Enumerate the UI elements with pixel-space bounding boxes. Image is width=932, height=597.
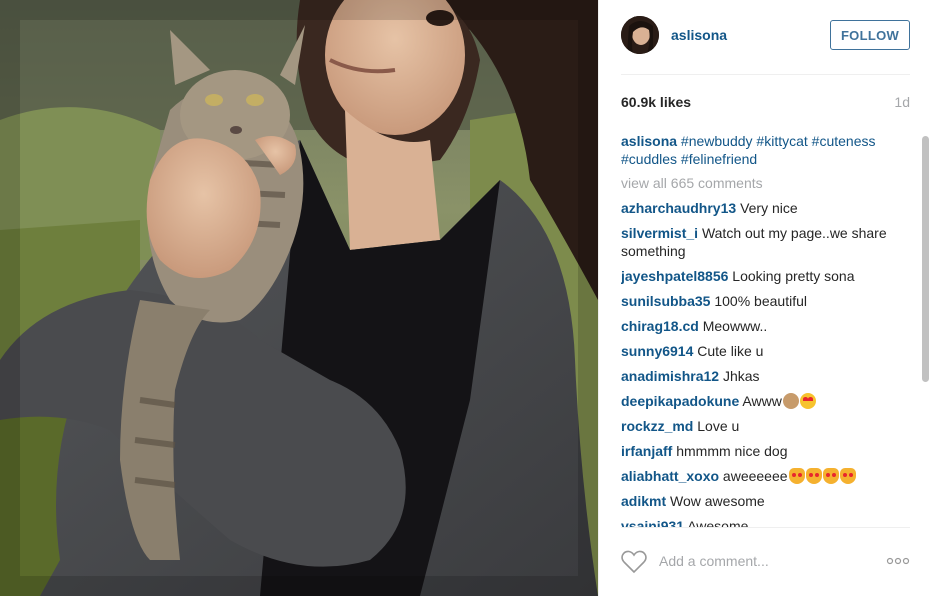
comment-text: Looking pretty sona (732, 268, 855, 284)
heart-eyes-cat-emoji (839, 468, 856, 484)
comment-row: anadimishra12 Jhkas (621, 367, 908, 385)
avatar[interactable] (621, 16, 659, 54)
photo-illustration (0, 0, 598, 596)
comment-row: silvermist_i Watch out my page..we share… (621, 224, 908, 260)
comment-text: Very nice (740, 200, 798, 216)
heart-eyes-cat-emoji (805, 468, 822, 484)
heart-eyes-cat-emoji (788, 468, 805, 484)
comment-text: Jhkas (722, 368, 760, 384)
comment-username[interactable]: chirag18.cd (621, 318, 699, 334)
comment-username[interactable]: anadimishra12 (621, 368, 719, 384)
comment-row: azharchaudhry13 Very nice (621, 199, 908, 217)
post-modal: aslisona FOLLOW 60.9k likes 1d aslisona … (0, 0, 932, 596)
comment-username[interactable]: azharchaudhry13 (621, 200, 736, 216)
view-all-comments-link[interactable]: view all 665 comments (621, 174, 908, 192)
more-options-icon[interactable] (886, 554, 910, 568)
post-header: aslisona FOLLOW (621, 0, 910, 75)
comment-text: Cute like u (697, 343, 764, 359)
heart-icon[interactable] (621, 550, 647, 574)
comment-row: adikmt Wow awesome (621, 492, 908, 510)
comment-text: Love u (697, 418, 740, 434)
comment-text: Awesome (687, 518, 749, 527)
post-photo[interactable] (0, 0, 598, 596)
comments-scrollbar-thumb[interactable] (922, 136, 929, 382)
comment-username[interactable]: sunny6914 (621, 343, 693, 359)
follow-button[interactable]: FOLLOW (830, 20, 910, 50)
raised-hands-emoji (782, 393, 799, 409)
comment-text: Awww (742, 393, 782, 409)
comment-row: sunny6914 Cute like u (621, 342, 908, 360)
caption-username[interactable]: aslisona (621, 133, 677, 149)
comment-text: Wow awesome (670, 493, 765, 509)
comment-row: sunilsubba35 100% beautiful (621, 292, 908, 310)
post-side-panel: aslisona FOLLOW 60.9k likes 1d aslisona … (598, 0, 932, 596)
comment-username[interactable]: silvermist_i (621, 225, 698, 241)
likes-count[interactable]: 60.9k likes (621, 94, 691, 110)
comment-username[interactable]: adikmt (621, 493, 666, 509)
comment-username[interactable]: vsaini931 (621, 518, 684, 527)
comment-text: aweeeeee (722, 468, 788, 484)
caption: aslisona #newbuddy #kittycat #cuteness #… (621, 132, 908, 168)
comment-text: 100% beautiful (714, 293, 807, 309)
heart-eyes-cat-emoji (822, 468, 839, 484)
comment-row: rockzz_md Love u (621, 417, 908, 435)
comment-row: irfanjaff hmmmm nice dog (621, 442, 908, 460)
comments-list[interactable]: aslisona #newbuddy #kittycat #cuteness #… (621, 132, 908, 527)
comment-text: hmmmm nice dog (676, 443, 788, 459)
comment-username[interactable]: irfanjaff (621, 443, 672, 459)
avatar-image (621, 16, 659, 54)
post-time[interactable]: 1d (894, 94, 910, 110)
stats-row: 60.9k likes 1d (621, 94, 910, 114)
comment-username[interactable]: jayeshpatel8856 (621, 268, 728, 284)
comment-row: aliabhatt_xoxo aweeeeee (621, 467, 908, 485)
comment-row: jayeshpatel8856 Looking pretty sona (621, 267, 908, 285)
header-username[interactable]: aslisona (671, 27, 727, 43)
comment-footer (621, 527, 910, 597)
comment-row: deepikapadokune Awww (621, 392, 908, 410)
comment-row: chirag18.cd Meowww.. (621, 317, 908, 335)
heart-eyes-emoji (799, 393, 816, 409)
comment-username[interactable]: sunilsubba35 (621, 293, 710, 309)
comment-text: Meowww.. (702, 318, 768, 334)
comment-row: vsaini931 Awesome (621, 517, 908, 527)
comment-username[interactable]: rockzz_md (621, 418, 693, 434)
comment-username[interactable]: aliabhatt_xoxo (621, 468, 719, 484)
comment-username[interactable]: deepikapadokune (621, 393, 739, 409)
add-comment-input[interactable] (659, 551, 859, 571)
